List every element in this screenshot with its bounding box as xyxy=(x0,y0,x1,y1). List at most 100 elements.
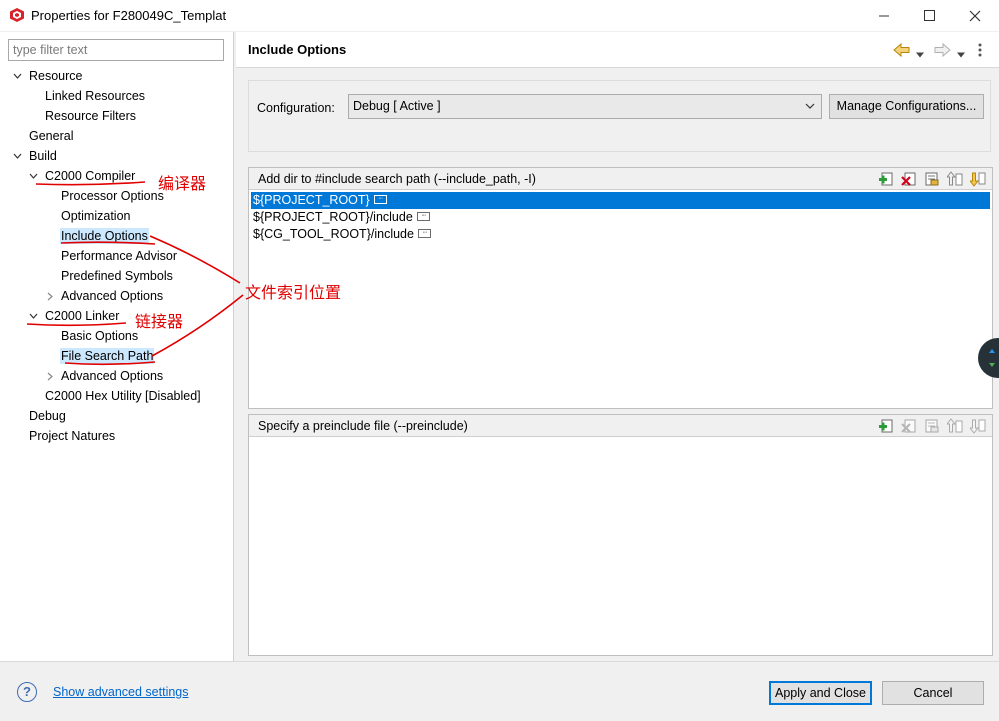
tree-item-label: Resource xyxy=(29,69,83,83)
list-item[interactable]: ${CG_TOOL_ROOT}/include ··· xyxy=(251,226,431,243)
tree-item-label: Resource Filters xyxy=(45,109,136,123)
tree-item-label: Performance Advisor xyxy=(61,249,178,263)
configuration-value: Debug [ Active ] xyxy=(353,99,441,113)
help-icon[interactable]: ? xyxy=(17,682,37,702)
configuration-group: Configuration: Debug [ Active ] Manage C… xyxy=(248,80,991,152)
title-bar: Properties for F280049C_Templat xyxy=(0,0,999,31)
apply-and-close-button[interactable]: Apply and Close xyxy=(769,681,872,705)
cancel-button[interactable]: Cancel xyxy=(882,681,984,705)
tree-item-label: Advanced Options xyxy=(61,289,164,303)
add-icon[interactable] xyxy=(878,171,894,187)
tree-item-c2000-compiler[interactable]: C2000 Compiler xyxy=(45,166,135,186)
ellipsis-icon[interactable]: ··· xyxy=(417,229,431,239)
forward-dropdown-icon[interactable] xyxy=(957,47,965,63)
tree-item-include-options[interactable]: Include Options xyxy=(60,226,149,246)
configuration-label: Configuration: xyxy=(257,101,335,115)
show-advanced-settings-link[interactable]: Show advanced settings xyxy=(53,685,189,699)
forward-arrow-icon[interactable] xyxy=(933,42,951,58)
tree-item-c2000-linker[interactable]: C2000 Linker xyxy=(45,306,119,326)
tree-item-label: Predefined Symbols xyxy=(61,269,173,283)
configuration-select[interactable]: Debug [ Active ] xyxy=(348,94,822,119)
chevron-right-icon[interactable] xyxy=(45,366,55,386)
tree-item-label: Debug xyxy=(29,409,66,423)
back-arrow-icon[interactable] xyxy=(893,42,911,58)
filter-input[interactable] xyxy=(8,39,224,61)
manage-configurations-button[interactable]: Manage Configurations... xyxy=(829,94,984,119)
tree-item-basic-options[interactable]: Basic Options xyxy=(61,326,138,346)
back-dropdown-icon[interactable] xyxy=(916,47,924,63)
tree-item-label: Processor Options xyxy=(61,189,164,203)
move-up-icon[interactable] xyxy=(947,418,963,434)
page-title: Include Options xyxy=(248,42,347,57)
include-path-text: ${CG_TOOL_ROOT}/include xyxy=(253,227,414,241)
maximize-icon xyxy=(923,10,935,21)
tree-item-label: General xyxy=(29,129,74,143)
up-down-arrows-icon xyxy=(989,349,995,367)
scroll-navigator[interactable] xyxy=(978,338,999,378)
tree-item-resource-filters[interactable]: Resource Filters xyxy=(45,106,136,126)
include-path-panel-header: Add dir to #include search path (--inclu… xyxy=(249,168,992,190)
property-page: Include Options Configuration: Debug [ A… xyxy=(236,32,999,661)
minimize-button[interactable] xyxy=(861,0,907,31)
include-path-toolbar xyxy=(878,171,986,187)
annotation-compiler: 编译器 xyxy=(158,174,207,193)
tree-item-debug[interactable]: Debug xyxy=(29,406,66,426)
tree-item-general[interactable]: General xyxy=(29,126,73,146)
tree-item-processor-options[interactable]: Processor Options xyxy=(61,186,164,206)
tree-item-project-natures[interactable]: Project Natures xyxy=(29,426,115,446)
include-path-text: ${PROJECT_ROOT}/include xyxy=(253,210,413,224)
close-button[interactable] xyxy=(952,0,998,31)
list-item[interactable]: ${PROJECT_ROOT}/include ··· xyxy=(251,209,430,226)
chevron-down-icon[interactable] xyxy=(28,166,38,186)
tree-item-optimization[interactable]: Optimization xyxy=(61,206,130,226)
tree-item-label: C2000 Hex Utility [Disabled] xyxy=(45,389,201,403)
tree-item-predefined-symbols[interactable]: Predefined Symbols xyxy=(61,266,173,286)
tree-item-resource[interactable]: Resource xyxy=(29,66,83,86)
add-icon[interactable] xyxy=(878,418,894,434)
annotation-include-location: 文件索引位置 xyxy=(245,283,342,302)
tree-item-label: Include Options xyxy=(60,228,149,244)
tree-item-c2000-hex-utility[interactable]: C2000 Hex Utility [Disabled] xyxy=(45,386,201,406)
window-title: Properties for F280049C_Templat xyxy=(31,8,227,23)
chevron-down-icon[interactable] xyxy=(28,306,38,326)
include-path-panel: Add dir to #include search path (--inclu… xyxy=(248,167,993,409)
tree-item-label: C2000 Compiler xyxy=(45,169,136,183)
close-icon xyxy=(969,10,981,21)
view-menu-icon[interactable] xyxy=(978,42,982,58)
maximize-button[interactable] xyxy=(906,0,952,31)
tree-item-label: Build xyxy=(29,149,57,163)
dialog-footer: ? Show advanced settings Apply and Close… xyxy=(0,661,999,721)
category-tree-pane: Resource Linked Resources Resource Filte… xyxy=(0,32,234,661)
chevron-down-icon[interactable] xyxy=(12,146,22,166)
chevron-down-icon xyxy=(805,103,815,109)
tree-item-performance-advisor[interactable]: Performance Advisor xyxy=(61,246,177,266)
move-down-icon[interactable] xyxy=(970,171,986,187)
move-up-icon[interactable] xyxy=(947,171,963,187)
page-header: Include Options xyxy=(236,32,999,68)
tree-item-build[interactable]: Build xyxy=(29,146,57,166)
move-down-icon[interactable] xyxy=(970,418,986,434)
preinclude-panel: Specify a preinclude file (--preinclude) xyxy=(248,414,993,656)
tree-item-compiler-advanced-options[interactable]: Advanced Options xyxy=(61,286,163,306)
tree-item-label: Project Natures xyxy=(29,429,116,443)
preinclude-panel-title: Specify a preinclude file (--preinclude) xyxy=(258,419,468,433)
delete-icon[interactable] xyxy=(901,418,917,434)
edit-icon[interactable] xyxy=(924,171,940,187)
delete-icon[interactable] xyxy=(901,171,917,187)
tree-item-label: Advanced Options xyxy=(61,369,164,383)
ellipsis-icon[interactable]: ··· xyxy=(373,195,387,205)
edit-icon[interactable] xyxy=(924,418,940,434)
tree-item-linker-advanced-options[interactable]: Advanced Options xyxy=(61,366,163,386)
tree-item-linked-resources[interactable]: Linked Resources xyxy=(45,86,145,106)
ellipsis-icon[interactable]: ··· xyxy=(416,212,430,222)
chevron-down-icon[interactable] xyxy=(12,66,22,86)
annotation-linker: 链接器 xyxy=(135,312,184,331)
include-path-text: ${PROJECT_ROOT} xyxy=(253,193,370,207)
tree-item-label: Linked Resources xyxy=(45,89,146,103)
preinclude-panel-header: Specify a preinclude file (--preinclude) xyxy=(249,415,992,437)
tree-item-file-search-path[interactable]: File Search Path xyxy=(60,346,155,366)
list-item[interactable]: ${PROJECT_ROOT} ··· xyxy=(251,192,990,209)
minimize-icon xyxy=(878,15,889,17)
chevron-right-icon[interactable] xyxy=(45,286,55,306)
tree-item-label: C2000 Linker xyxy=(45,309,120,323)
